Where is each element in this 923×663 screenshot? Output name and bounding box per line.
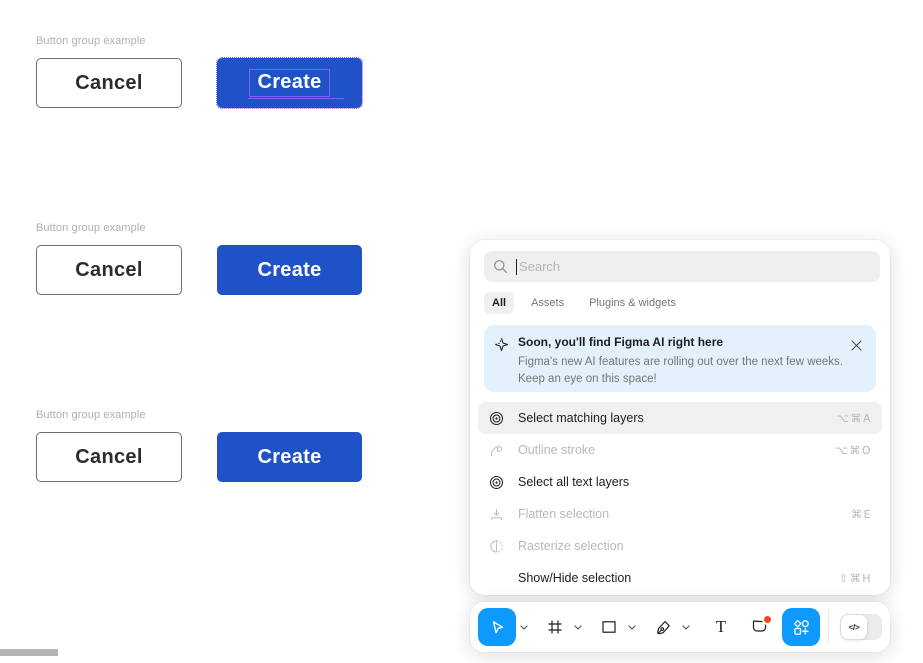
toolbar: T </> [470, 602, 890, 652]
shape-tool[interactable] [594, 608, 624, 646]
text-tool-icon: T [715, 617, 727, 636]
button-group-3: Button group example Cancel Create [36, 409, 362, 482]
actions-button[interactable] [782, 608, 820, 646]
menu-item-label: Show/Hide selection [518, 571, 632, 585]
create-button[interactable]: Create [217, 245, 362, 295]
actions-menu: Select matching layers ⌥⌘A Outline strok… [478, 402, 882, 594]
close-icon[interactable] [848, 337, 864, 353]
figma-ai-banner: Soon, you'll find Figma AI right here Fi… [484, 325, 876, 392]
cancel-button[interactable]: Cancel [36, 245, 182, 295]
menu-item-shortcut: ⌘E [851, 507, 872, 521]
button-group-2: Button group example Cancel Create [36, 222, 362, 295]
toolbar-right-section: </> [822, 610, 882, 644]
chevron-down-icon[interactable] [624, 608, 640, 646]
menu-item-shortcut: ⌥⌘A [836, 411, 872, 425]
frame-icon [548, 620, 562, 634]
toolbar-divider [828, 610, 829, 644]
move-tool[interactable] [478, 608, 516, 646]
menu-item-shortcut: ⇧⌘H [839, 571, 872, 585]
banner-description: Figma's new AI features are rolling out … [518, 356, 843, 386]
group-label: Button group example [36, 35, 146, 47]
banner-text: Soon, you'll find Figma AI right here Fi… [518, 335, 850, 385]
dev-mode-icon: </> [840, 614, 868, 640]
group-label: Button group example [36, 409, 146, 421]
text-selection-outline: Create [249, 69, 330, 97]
select-matching-icon [488, 410, 504, 426]
search-input[interactable] [518, 259, 871, 274]
filter-tabs: All Assets Plugins & widgets [484, 292, 684, 314]
chevron-down-icon[interactable] [678, 608, 694, 646]
search-icon [494, 260, 507, 273]
quick-actions-panel: All Assets Plugins & widgets Soon, you'l… [470, 240, 890, 595]
horizontal-scrollbar[interactable] [0, 649, 58, 656]
tab-assets[interactable]: Assets [523, 292, 572, 314]
create-button[interactable]: Create [216, 57, 363, 109]
menu-item-show-hide-selection[interactable]: Show/Hide selection ⇧⌘H [478, 562, 882, 594]
menu-item-rasterize-selection[interactable]: Rasterize selection [478, 530, 882, 562]
search-input-wrapper[interactable] [484, 251, 880, 282]
create-button[interactable]: Create [217, 432, 362, 482]
notification-dot [764, 616, 771, 623]
frame-tool[interactable] [540, 608, 570, 646]
rasterize-icon [488, 538, 504, 554]
text-baseline-indicator [247, 98, 344, 99]
menu-item-label: Flatten selection [518, 507, 610, 521]
menu-item-label: Select all text layers [518, 475, 630, 489]
menu-item-label: Outline stroke [518, 443, 596, 457]
cancel-button[interactable]: Cancel [36, 58, 182, 108]
no-icon-spacer [488, 570, 504, 586]
chevron-down-icon[interactable] [570, 608, 586, 646]
tab-all[interactable]: All [484, 292, 515, 314]
menu-item-select-all-text-layers[interactable]: Select all text layers [478, 466, 882, 498]
cancel-button[interactable]: Cancel [36, 432, 182, 482]
menu-item-label: Select matching layers [518, 411, 644, 425]
text-cursor [516, 258, 517, 275]
text-tool[interactable]: T [706, 608, 736, 646]
flatten-icon [488, 506, 504, 522]
figma-canvas: Button group example Cancel Create Butto… [0, 0, 923, 663]
comment-tool[interactable] [744, 608, 774, 646]
menu-item-label: Rasterize selection [518, 539, 624, 553]
move-cursor-icon [492, 620, 503, 633]
banner-title: Soon, you'll find Figma AI right here [518, 335, 724, 349]
rectangle-icon [602, 621, 616, 633]
menu-item-select-matching-layers[interactable]: Select matching layers ⌥⌘A [478, 402, 882, 434]
dev-mode-toggle[interactable]: </> [840, 614, 882, 640]
pen-tool[interactable] [648, 608, 678, 646]
ai-sparkle-icon [494, 335, 518, 382]
actions-icon [793, 619, 809, 635]
tab-plugins-widgets[interactable]: Plugins & widgets [581, 292, 684, 314]
menu-item-shortcut: ⌥⌘O [835, 443, 872, 457]
chevron-down-icon[interactable] [516, 608, 532, 646]
select-matching-icon [488, 474, 504, 490]
pen-icon [656, 620, 670, 634]
create-button-label: Create [257, 71, 322, 93]
button-group-1: Button group example Cancel Create [36, 35, 363, 109]
group-label: Button group example [36, 222, 146, 234]
outline-stroke-icon [488, 442, 504, 458]
menu-item-flatten-selection[interactable]: Flatten selection ⌘E [478, 498, 882, 530]
menu-item-outline-stroke[interactable]: Outline stroke ⌥⌘O [478, 434, 882, 466]
